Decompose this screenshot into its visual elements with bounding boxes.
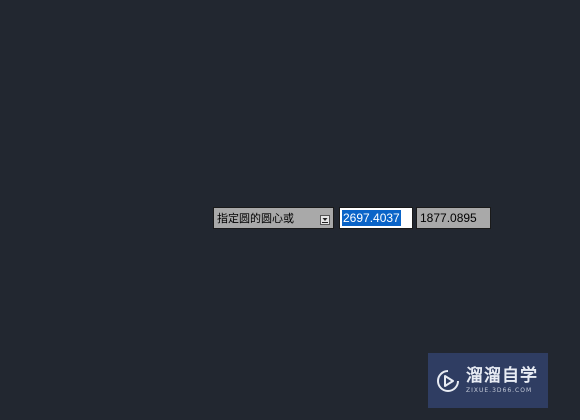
watermark-title: 溜溜自学: [466, 366, 538, 386]
watermark: 溜溜自学 ZIXUE.3D66.COM: [428, 353, 548, 408]
x-coordinate-input[interactable]: 2697.4037: [339, 207, 413, 229]
prompt-text: 指定圆的圆心或: [217, 212, 294, 225]
options-dropdown-button[interactable]: [320, 215, 330, 225]
x-coordinate-value: 2697.4037: [342, 210, 401, 226]
y-coordinate-input[interactable]: 1877.0895: [416, 207, 491, 229]
command-prompt-tooltip[interactable]: 指定圆的圆心或: [213, 207, 334, 229]
play-icon: [437, 369, 459, 392]
drawing-canvas[interactable]: 指定圆的圆心或 2697.4037 1877.0895 溜溜自学 ZIXUE.3…: [0, 0, 580, 420]
watermark-subtitle: ZIXUE.3D66.COM: [466, 387, 533, 394]
y-coordinate-value: 1877.0895: [420, 211, 477, 225]
arrow-down-icon: [322, 218, 328, 223]
